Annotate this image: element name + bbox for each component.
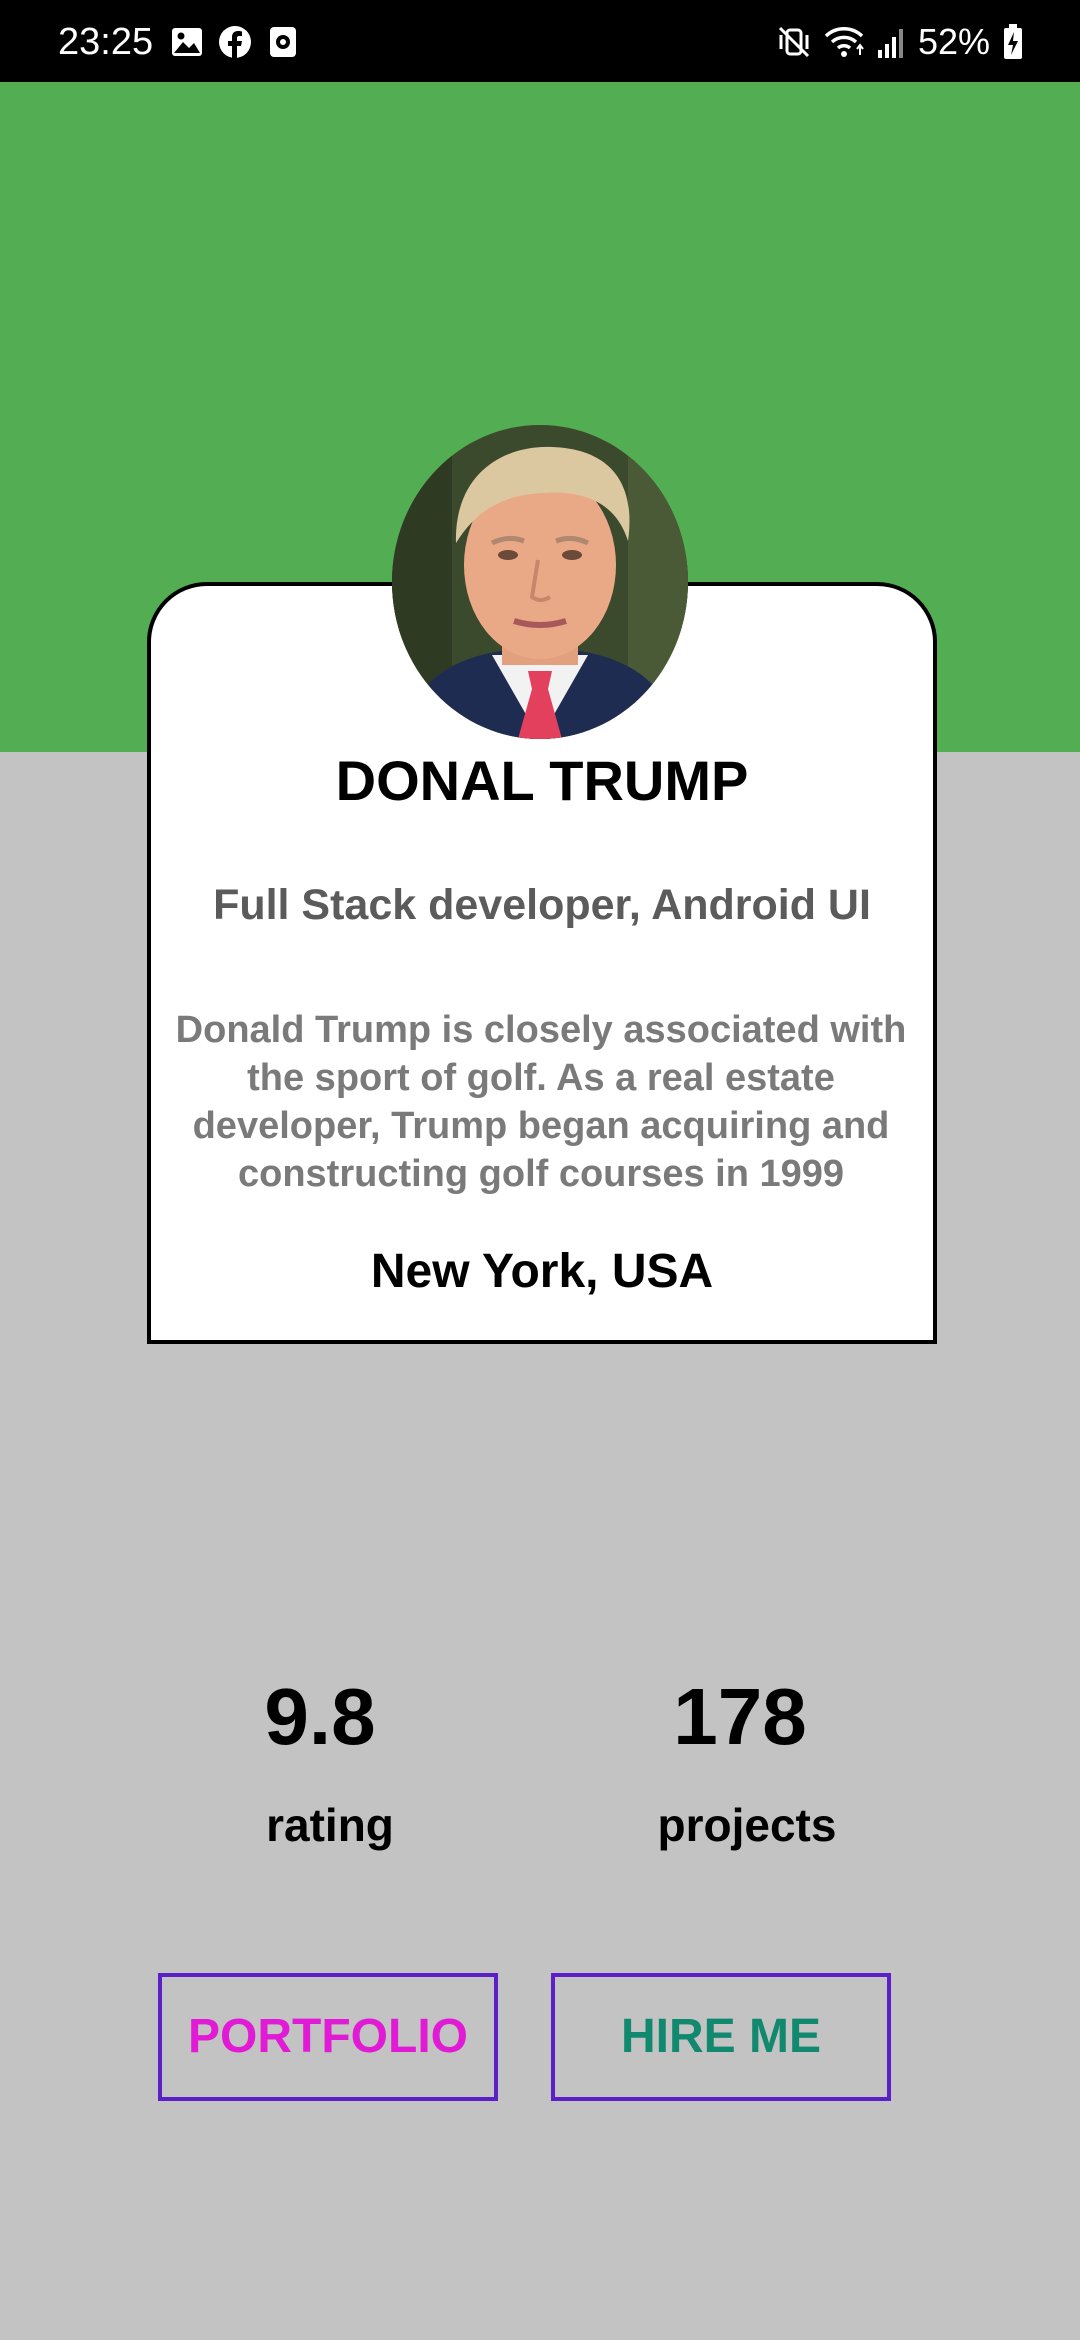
hire-me-button[interactable]: HIRE ME — [551, 1973, 891, 2101]
rating-value: 9.8 — [264, 1672, 376, 1761]
projects-value: 178 — [673, 1672, 807, 1761]
status-time: 23:25 — [58, 21, 154, 63]
gallery-icon — [170, 25, 204, 59]
wifi-icon — [824, 24, 864, 60]
profile-role: Full Stack developer, Android UI — [213, 881, 871, 929]
profile-location: New York, USA — [370, 1245, 714, 1298]
status-bar: 23:25 52% — [0, 0, 1080, 82]
screen-record-icon — [266, 25, 300, 59]
profile-name: DONAL TRUMP — [335, 749, 749, 812]
facebook-icon — [218, 25, 252, 59]
battery-charging-icon — [1002, 23, 1024, 61]
profile-bio: Donald Trump is closely associated with … — [175, 1009, 907, 1195]
profile-avatar — [392, 425, 688, 739]
mute-vibrate-icon — [776, 24, 812, 60]
projects-label: projects — [657, 1799, 837, 1851]
rating-label: rating — [266, 1799, 394, 1851]
status-system-icons: 52% — [776, 20, 1024, 64]
status-notification-icons — [170, 24, 300, 60]
portfolio-button[interactable]: PORTFOLIO — [158, 1973, 498, 2101]
battery-percent: 52% — [917, 21, 990, 62]
signal-icon — [876, 24, 906, 60]
